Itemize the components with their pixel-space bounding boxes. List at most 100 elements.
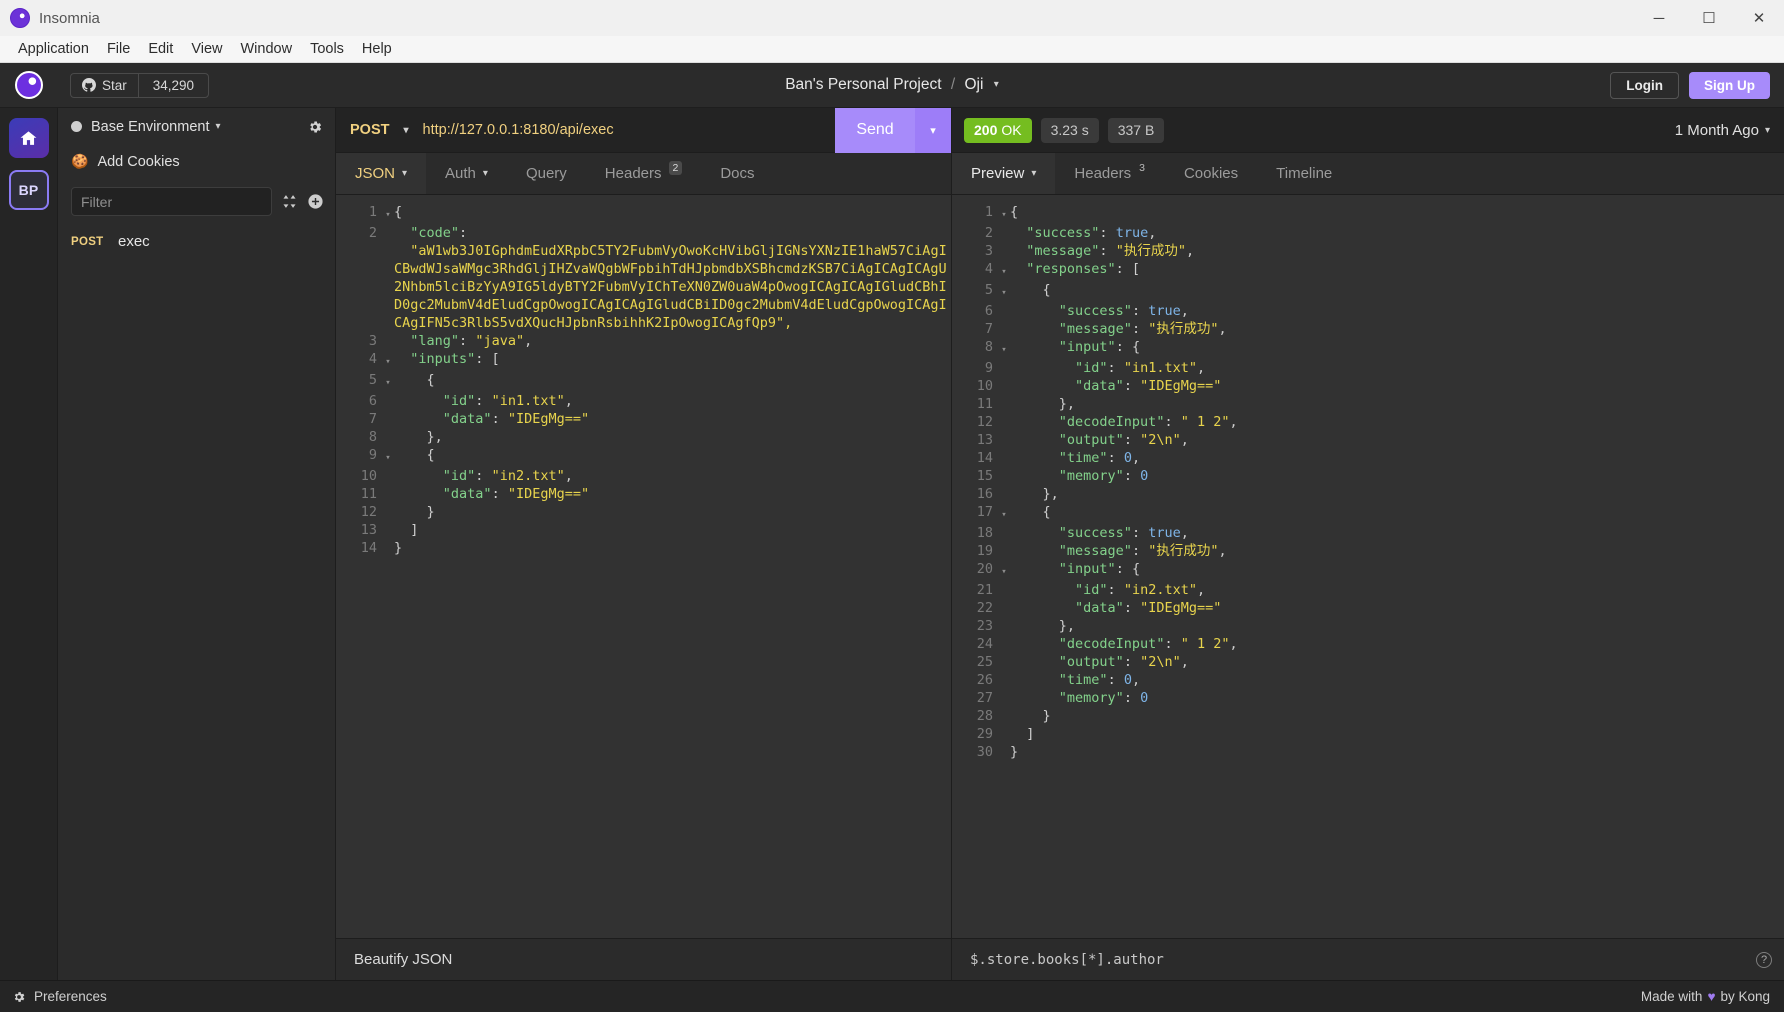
line-number: 21 [976,582,993,598]
tab-auth[interactable]: Auth ▾ [426,153,507,194]
made-with-suffix: by Kong [1720,989,1770,1004]
list-item[interactable]: POST exec [58,226,335,257]
request-list: POST exec [58,226,335,980]
add-cookies-button[interactable]: 🍪 Add Cookies [58,145,335,178]
sidebar-filter-row [58,178,335,226]
request-footer: Beautify JSON [336,938,951,980]
fold-arrow-icon[interactable]: ▾ [382,350,394,371]
code-text: "data": "IDEgMg==" [442,411,590,427]
tab-query[interactable]: Query [507,153,586,194]
code-text: "aW1wb3J0IGphdmEudXRpbC5TY2FubmVyOwoKcHV… [394,243,947,331]
sort-icon[interactable] [281,193,298,210]
fold-arrow-icon[interactable]: ▾ [382,446,394,467]
github-icon [82,78,96,92]
code-text: "id": "in1.txt", [1075,360,1206,376]
code-text: "data": "IDEgMg==" [1075,600,1222,616]
github-star-button[interactable]: Star 34,290 [70,72,210,98]
line-number: 13 [360,522,377,538]
menu-item-window[interactable]: Window [232,38,300,60]
menu-item-file[interactable]: File [99,38,138,60]
send-button[interactable]: Send [835,107,915,153]
menu-item-edit[interactable]: Edit [140,38,181,60]
code-text: "id": "in2.txt", [1075,582,1206,598]
code-line: 3 "message": "执行成功", [952,242,1784,260]
beautify-json-button[interactable]: Beautify JSON [354,951,452,968]
login-button[interactable]: Login [1610,71,1679,99]
response-size-badge[interactable]: 337 B [1107,117,1165,143]
fold-arrow-icon[interactable]: ▾ [998,503,1010,524]
fold-arrow-icon[interactable]: ▾ [998,203,1010,224]
maximize-icon[interactable]: ☐ [1684,0,1734,36]
code-line: 26 "time": 0, [952,671,1784,689]
line-number: 2 [368,225,377,241]
line-number: 1 [984,204,993,220]
rail-item-home[interactable] [8,118,49,158]
github-star-left[interactable]: Star [71,74,138,97]
tab-response-headers[interactable]: Headers 3 [1055,153,1165,194]
send-dropdown-icon[interactable]: ▾ [915,107,951,153]
help-circle-icon[interactable]: ? [1756,951,1772,968]
code-text: "success": true, [1058,525,1189,541]
breadcrumb-project[interactable]: Oji [964,76,983,93]
status-badge[interactable]: 200 OK [964,117,1032,143]
chevron-down-icon[interactable]: ▾ [994,79,999,90]
code-line: 3 "lang": "java", [336,332,951,350]
code-line: 19 "message": "执行成功", [952,542,1784,560]
menu-item-application[interactable]: Application [10,38,97,60]
gear-icon[interactable] [307,119,323,135]
environment-selector[interactable]: Base Environment ▾ [58,108,335,145]
menu-item-tools[interactable]: Tools [302,38,352,60]
code-line: 24 "decodeInput": " 1 2", [952,635,1784,653]
request-body-editor[interactable]: 1 ▾{2 "code": "aW1wb3J0IGphdmEudXRpbC5TY2… [336,195,951,938]
tab-preview[interactable]: Preview ▾ [952,153,1056,194]
response-history-selector[interactable]: 1 Month Ago ▾ [1675,122,1770,139]
response-footer: $.store.books[*].author ? [952,938,1784,980]
filter-input[interactable] [71,187,272,216]
fold-arrow-icon[interactable]: ▾ [382,203,394,224]
fold-arrow-icon[interactable]: ▾ [998,560,1010,581]
code-text: "time": 0, [1058,672,1141,688]
tab-json[interactable]: JSON ▾ [336,153,427,194]
fold-arrow-icon[interactable]: ▾ [382,371,394,392]
fold-arrow-icon[interactable]: ▾ [998,281,1010,302]
signup-button[interactable]: Sign Up [1689,71,1770,99]
method-label: POST [350,122,390,138]
breadcrumb-workspace[interactable]: Ban's Personal Project [785,76,941,93]
tab-badge-count: 3 [1139,162,1145,174]
menu-item-view[interactable]: View [183,38,230,60]
tab-headers[interactable]: Headers 2 [586,153,702,194]
preferences-button[interactable]: Preferences [12,989,107,1004]
rail-item-project[interactable]: BP [8,170,49,210]
code-line: 14} [336,539,951,557]
fold-arrow-icon[interactable]: ▾ [998,338,1010,359]
code-text: }, [1010,396,1076,412]
response-time-badge[interactable]: 3.23 s [1040,117,1099,143]
url-input[interactable]: http://127.0.0.1:8180/api/exec [423,122,835,138]
code-text: ] [1010,726,1035,742]
menu-item-help[interactable]: Help [354,38,400,60]
code-line: 6 "success": true, [952,302,1784,320]
tab-docs[interactable]: Docs [701,153,773,194]
close-icon[interactable]: ✕ [1734,0,1784,36]
github-star-label: Star [102,77,127,93]
code-line: 5 ▾ { [952,281,1784,302]
line-number: 4 [368,351,377,367]
tab-cookies[interactable]: Cookies [1165,153,1257,194]
fold-arrow-icon[interactable]: ▾ [998,260,1010,281]
tab-timeline[interactable]: Timeline [1257,153,1351,194]
code-line: 1 ▾{ [336,203,951,224]
minimize-icon[interactable]: ─ [1634,0,1684,36]
method-selector[interactable]: POST ▾ [336,122,423,138]
response-filter-input[interactable]: $.store.books[*].author [970,952,1164,968]
response-body-viewer[interactable]: 1 ▾{2 "success": true, 3 "message": "执行成功"… [952,195,1784,938]
plus-circle-icon[interactable] [307,193,324,210]
code-line: 13 ] [336,521,951,539]
app-body: BP Base Environment ▾ 🍪 Add Cookies Filt… [0,107,1784,980]
